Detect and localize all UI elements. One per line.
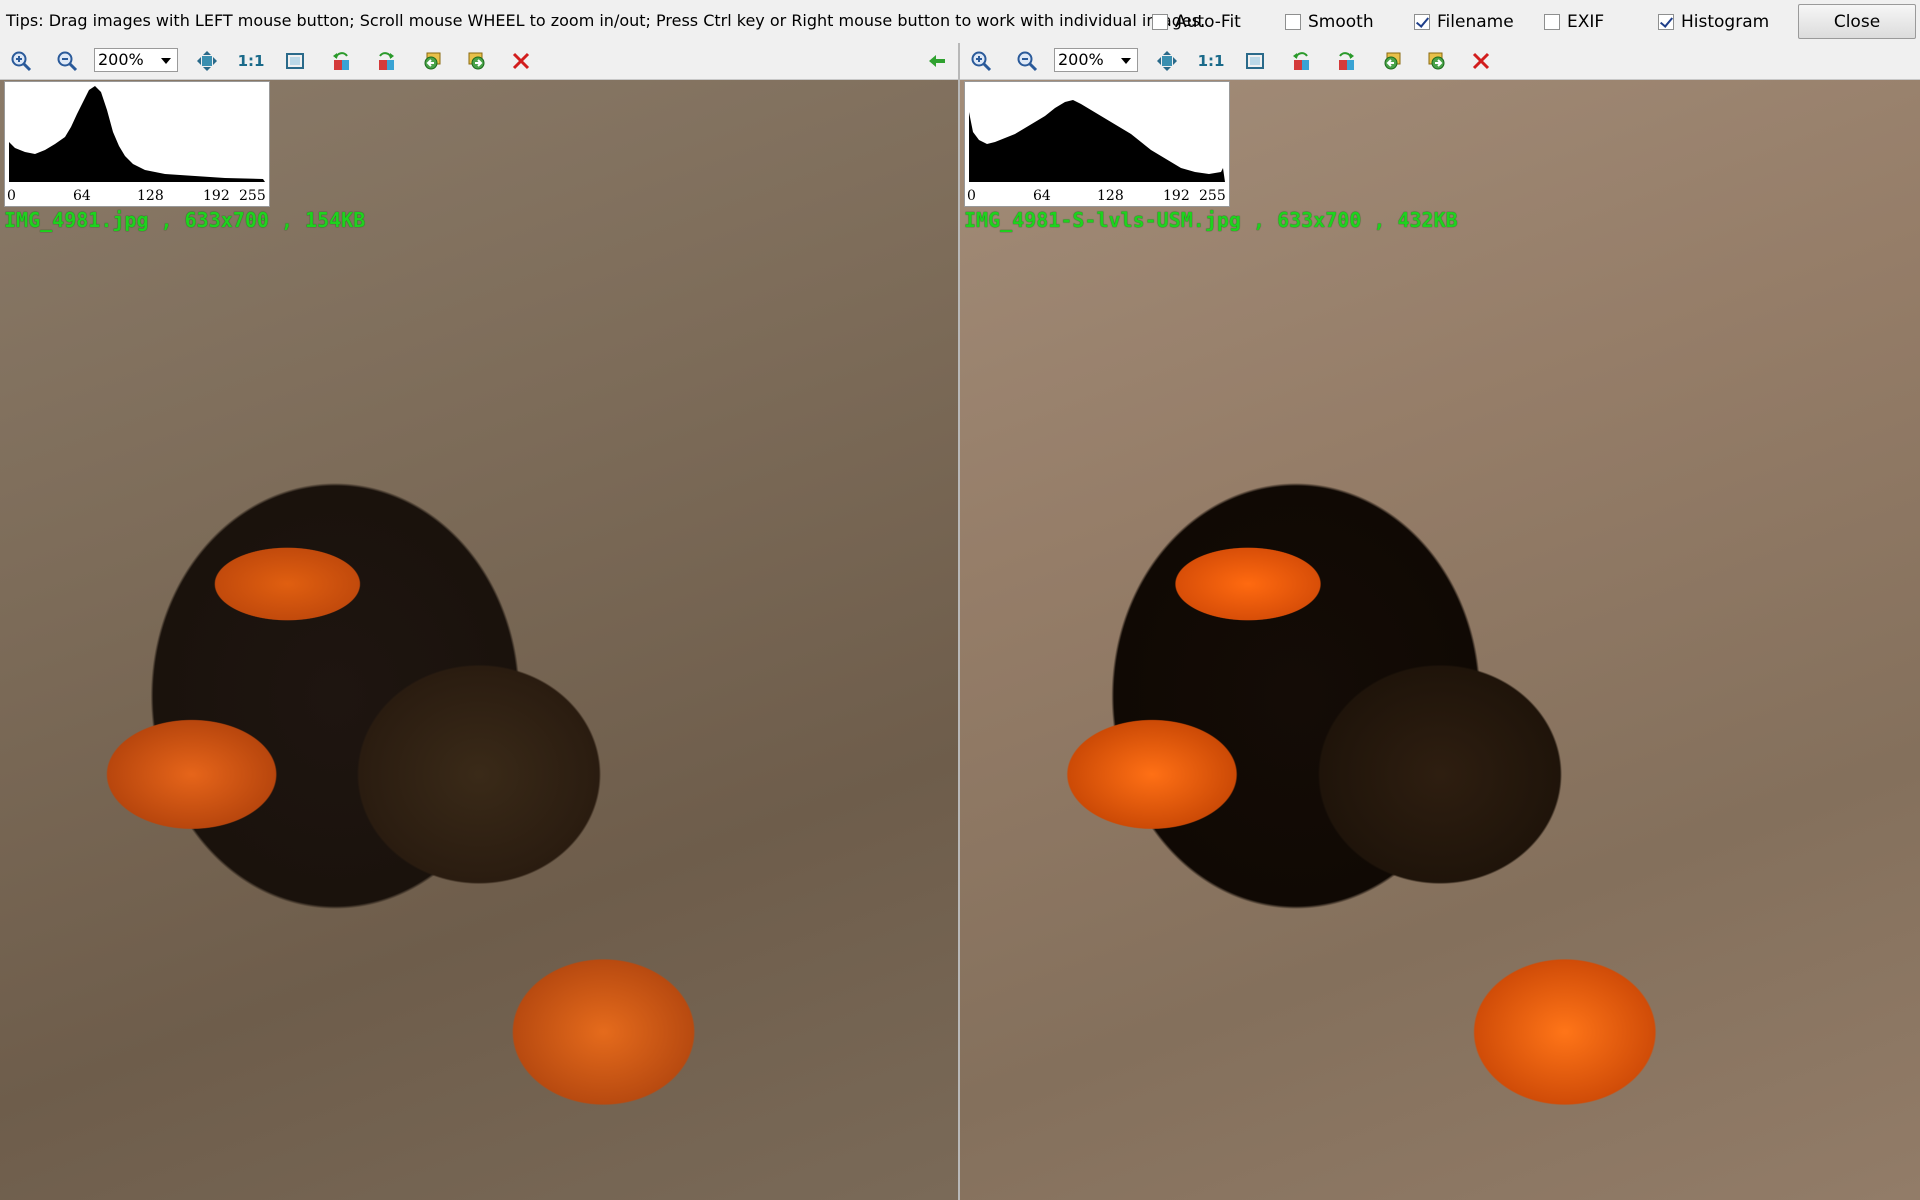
- checkbox-label: EXIF: [1567, 12, 1605, 32]
- fit-width-icon[interactable]: [1154, 48, 1180, 74]
- top-bar: Tips: Drag images with LEFT mouse button…: [0, 0, 1920, 43]
- zoom-in-icon[interactable]: [8, 48, 34, 74]
- left-image-viewport[interactable]: 0 64 128 192 255 IMG_4981.jpg , 633x700 …: [0, 80, 958, 1200]
- checkbox-box[interactable]: [1285, 14, 1301, 30]
- exif-checkbox[interactable]: EXIF: [1544, 12, 1604, 32]
- histogram-tick: 0: [967, 188, 976, 204]
- checkbox-label: Histogram: [1681, 12, 1770, 32]
- actual-size-button[interactable]: 1:1: [1198, 48, 1225, 74]
- checkbox-box[interactable]: [1414, 14, 1430, 30]
- checkbox-box[interactable]: [1658, 14, 1674, 30]
- histogram-tick: 255: [239, 188, 266, 204]
- rotate-left-icon[interactable]: [1288, 48, 1314, 74]
- histogram-tick: 192: [1163, 188, 1190, 204]
- actual-size-button[interactable]: 1:1: [238, 48, 265, 74]
- zoom-out-icon[interactable]: [1014, 48, 1040, 74]
- checkbox-box[interactable]: [1152, 14, 1168, 30]
- filename-overlay: IMG_4981.jpg , 633x700 , 154KB: [4, 208, 366, 232]
- next-image-icon[interactable]: [1424, 48, 1450, 74]
- left-image-pane: 200% 1:1 0 64 128 192 255 IMG_4981.jpg ,…: [0, 43, 958, 1200]
- rotate-left-icon[interactable]: [328, 48, 354, 74]
- zoom-value: 200%: [1058, 50, 1104, 69]
- histogram-tick: 255: [1199, 188, 1226, 204]
- checkbox-label: Filename: [1437, 12, 1514, 32]
- butterfly-photo-original[interactable]: [0, 80, 958, 1200]
- prev-image-icon[interactable]: [419, 48, 445, 74]
- filename-overlay: IMG_4981-S-lvls-USM.jpg , 633x700 , 432K…: [964, 208, 1458, 232]
- zoom-value: 200%: [98, 50, 144, 69]
- chevron-down-icon: [161, 58, 171, 64]
- histogram: 0 64 128 192 255: [4, 81, 270, 207]
- rotate-right-icon[interactable]: [373, 48, 399, 74]
- checkbox-label: Smooth: [1308, 12, 1374, 32]
- histogram-checkbox[interactable]: Histogram: [1658, 12, 1769, 32]
- sync-arrow-icon[interactable]: [924, 48, 950, 74]
- histogram-graph: [9, 86, 265, 182]
- chevron-down-icon: [1121, 58, 1131, 64]
- histogram-tick: 64: [73, 188, 91, 204]
- butterfly-photo-edited[interactable]: [960, 80, 1920, 1200]
- close-image-icon[interactable]: [508, 48, 534, 74]
- right-image-pane: 200% 1:1 0 64 128 192 255 IMG_4981-S-lvl…: [960, 43, 1920, 1200]
- fit-window-icon[interactable]: [282, 48, 308, 74]
- next-image-icon[interactable]: [464, 48, 490, 74]
- prev-image-icon[interactable]: [1379, 48, 1405, 74]
- zoom-select[interactable]: 200%: [94, 48, 178, 72]
- histogram: 0 64 128 192 255: [964, 81, 1230, 207]
- checkbox-label: Auto-Fit: [1175, 12, 1241, 32]
- histogram-graph: [969, 100, 1225, 182]
- zoom-select[interactable]: 200%: [1054, 48, 1138, 72]
- filename-checkbox[interactable]: Filename: [1414, 12, 1514, 32]
- fit-width-icon[interactable]: [194, 48, 220, 74]
- right-toolbar: 200% 1:1: [960, 43, 1920, 80]
- close-image-icon[interactable]: [1468, 48, 1494, 74]
- rotate-right-icon[interactable]: [1333, 48, 1359, 74]
- histogram-tick: 64: [1033, 188, 1051, 204]
- histogram-tick: 192: [203, 188, 230, 204]
- right-image-viewport[interactable]: 0 64 128 192 255 IMG_4981-S-lvls-USM.jpg…: [960, 80, 1920, 1200]
- histogram-tick: 128: [137, 188, 164, 204]
- histogram-tick: 0: [7, 188, 16, 204]
- close-button[interactable]: Close: [1798, 4, 1916, 39]
- zoom-in-icon[interactable]: [968, 48, 994, 74]
- zoom-out-icon[interactable]: [54, 48, 80, 74]
- smooth-checkbox[interactable]: Smooth: [1285, 12, 1374, 32]
- auto-fit-checkbox[interactable]: Auto-Fit: [1152, 12, 1241, 32]
- left-toolbar: 200% 1:1: [0, 43, 958, 80]
- histogram-tick: 128: [1097, 188, 1124, 204]
- fit-window-icon[interactable]: [1242, 48, 1268, 74]
- tips-text: Tips: Drag images with LEFT mouse button…: [6, 11, 1206, 30]
- checkbox-box[interactable]: [1544, 14, 1560, 30]
